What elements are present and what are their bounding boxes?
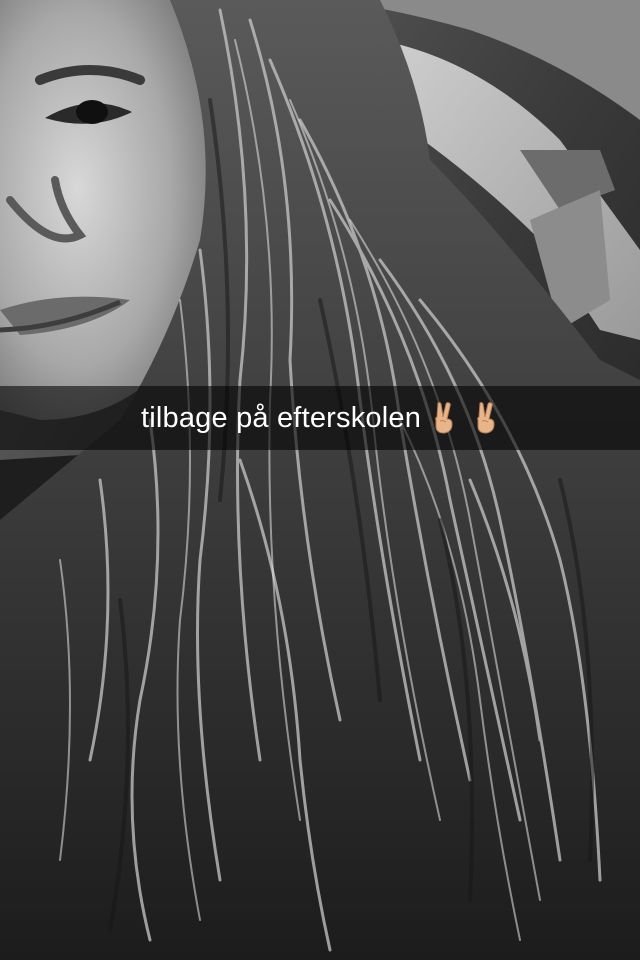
victory-hand-icon — [473, 401, 499, 435]
caption-bar: tilbage på efterskolen — [0, 386, 640, 450]
victory-hand-icon — [431, 401, 457, 435]
caption-text: tilbage på efterskolen — [140, 401, 422, 434]
caption-emoji-group — [431, 401, 499, 435]
snap-photo — [0, 0, 640, 960]
